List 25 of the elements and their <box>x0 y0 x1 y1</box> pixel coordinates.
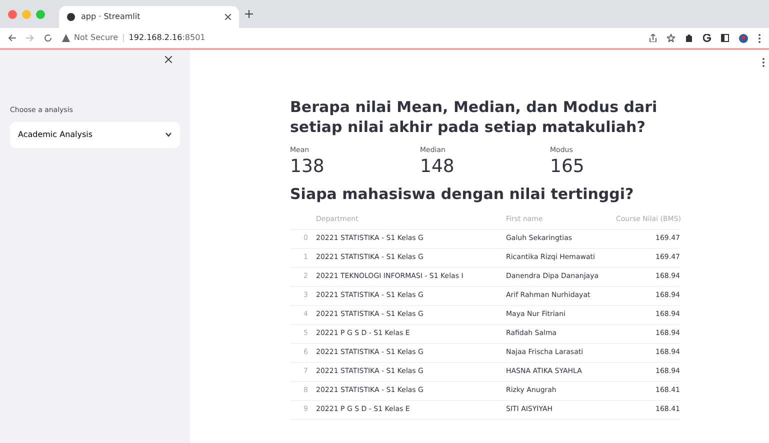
tab-title: app · Streamlit <box>81 11 142 23</box>
reload-icon[interactable] <box>44 34 52 42</box>
browser-tab[interactable]: app · Streamlit <box>59 6 239 28</box>
security-label: Not Secure <box>74 32 118 44</box>
warning-icon <box>62 34 70 42</box>
separator: | <box>122 32 125 44</box>
section-heading: Siapa mahasiswa dengan nilai tertinggi? <box>290 185 635 205</box>
share-icon[interactable] <box>649 34 657 42</box>
more-icon[interactable] <box>758 34 761 42</box>
section-heading: Berapa nilai Mean, Median, dan Modus dari setiap nilai akhir pada setiap matakuliah? <box>290 98 658 137</box>
star-icon[interactable] <box>667 34 675 42</box>
avatar-icon[interactable] <box>739 34 748 42</box>
app-icon <box>67 13 75 21</box>
chevron-down-icon <box>165 132 172 137</box>
close-icon[interactable] <box>225 14 231 20</box>
close-icon[interactable] <box>165 56 172 63</box>
metric-value: 165 <box>550 156 586 178</box>
new-tab-icon[interactable] <box>245 10 253 18</box>
url-text[interactable]: 192.168.2.16:8501 <box>128 32 206 44</box>
metric-value: 138 <box>290 156 326 178</box>
metric-value: 148 <box>420 156 456 178</box>
analysis-select[interactable]: Academic Analysis <box>10 122 180 148</box>
more-icon[interactable] <box>762 58 765 67</box>
sidebar-icon[interactable] <box>721 34 729 42</box>
back-icon[interactable] <box>8 34 16 42</box>
